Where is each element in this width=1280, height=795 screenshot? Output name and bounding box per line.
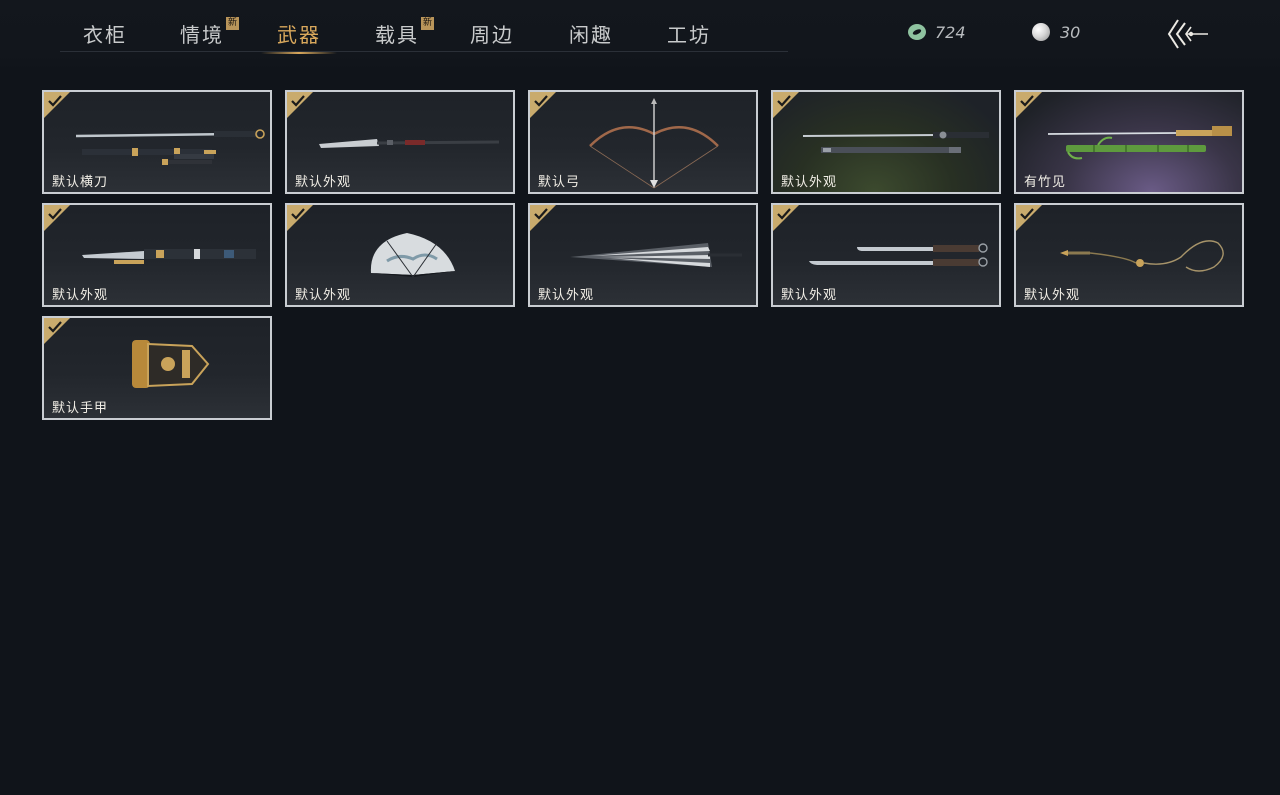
tab-wardrobe[interactable]: 衣柜 (83, 20, 127, 52)
back-arrow-icon[interactable] (1164, 18, 1210, 50)
weapon-name: 默认弓 (538, 175, 581, 190)
tab-workshop[interactable]: 工坊 (667, 20, 711, 52)
new-badge: 新 (421, 17, 434, 30)
check-icon (48, 95, 62, 107)
top-bar: 衣柜 情境 新 武器 载具 新 周边 闲趣 工坊 724 30 (0, 0, 1280, 74)
pearl-amount: 30 (1060, 22, 1081, 42)
tab-vehicle[interactable]: 载具 新 (375, 17, 434, 52)
weapon-name: 默认外观 (52, 288, 109, 303)
weapon-card[interactable]: 默认横刀 (42, 90, 272, 194)
tab-label: 情境 (180, 23, 224, 47)
check-icon (1020, 95, 1034, 107)
check-icon (777, 95, 791, 107)
weapon-name: 默认外观 (538, 288, 595, 303)
weapon-card[interactable]: 默认手甲 (42, 316, 272, 420)
check-icon (48, 208, 62, 220)
weapon-card[interactable]: 默认外观 (285, 203, 515, 307)
weapon-name: 默认外观 (781, 288, 838, 303)
tab-label: 周边 (470, 23, 514, 47)
tab-scene[interactable]: 情境 新 (180, 17, 239, 52)
tab-label: 工坊 (667, 23, 711, 47)
check-icon (777, 208, 791, 220)
active-tab-indicator (261, 52, 337, 54)
tab-label: 武器 (277, 23, 321, 47)
weapon-card[interactable]: 默认外观 (1014, 203, 1244, 307)
weapon-name: 默认横刀 (52, 175, 109, 190)
weapon-name: 默认外观 (781, 175, 838, 190)
weapon-card[interactable]: 默认外观 (285, 90, 515, 194)
check-icon (534, 208, 548, 220)
pearl-currency: 30 (1032, 22, 1080, 42)
tab-label: 载具 (375, 23, 419, 47)
weapon-card[interactable]: 默认外观 (528, 203, 758, 307)
check-icon (291, 208, 305, 220)
jade-coin-icon (908, 24, 926, 40)
weapon-name: 有竹见 (1024, 175, 1067, 190)
weapon-card[interactable]: 默认弓 (528, 90, 758, 194)
tab-bar: 衣柜 情境 新 武器 载具 新 周边 闲趣 工坊 (0, 0, 790, 54)
jade-amount: 724 (935, 22, 966, 42)
weapon-name: 默认外观 (1024, 288, 1081, 303)
tab-weapons[interactable]: 武器 (261, 20, 337, 54)
check-icon (1020, 208, 1034, 220)
new-badge: 新 (226, 17, 239, 30)
jade-currency: 724 (907, 22, 966, 42)
weapon-card[interactable]: 默认外观 (771, 90, 1001, 194)
tab-peripherals[interactable]: 周边 (470, 20, 514, 52)
pearl-icon (1032, 23, 1050, 41)
weapon-name: 默认手甲 (52, 401, 109, 416)
check-icon (534, 95, 548, 107)
weapon-card[interactable]: 默认外观 (42, 203, 272, 307)
weapon-name: 默认外观 (295, 175, 352, 190)
tab-label: 衣柜 (83, 23, 127, 47)
weapon-name: 默认外观 (295, 288, 352, 303)
weapon-card[interactable]: 有竹见 (1014, 90, 1244, 194)
tab-label: 闲趣 (569, 23, 613, 47)
check-icon (291, 95, 305, 107)
tab-leisure[interactable]: 闲趣 (569, 20, 613, 52)
weapon-card[interactable]: 默认外观 (771, 203, 1001, 307)
check-icon (48, 321, 62, 333)
